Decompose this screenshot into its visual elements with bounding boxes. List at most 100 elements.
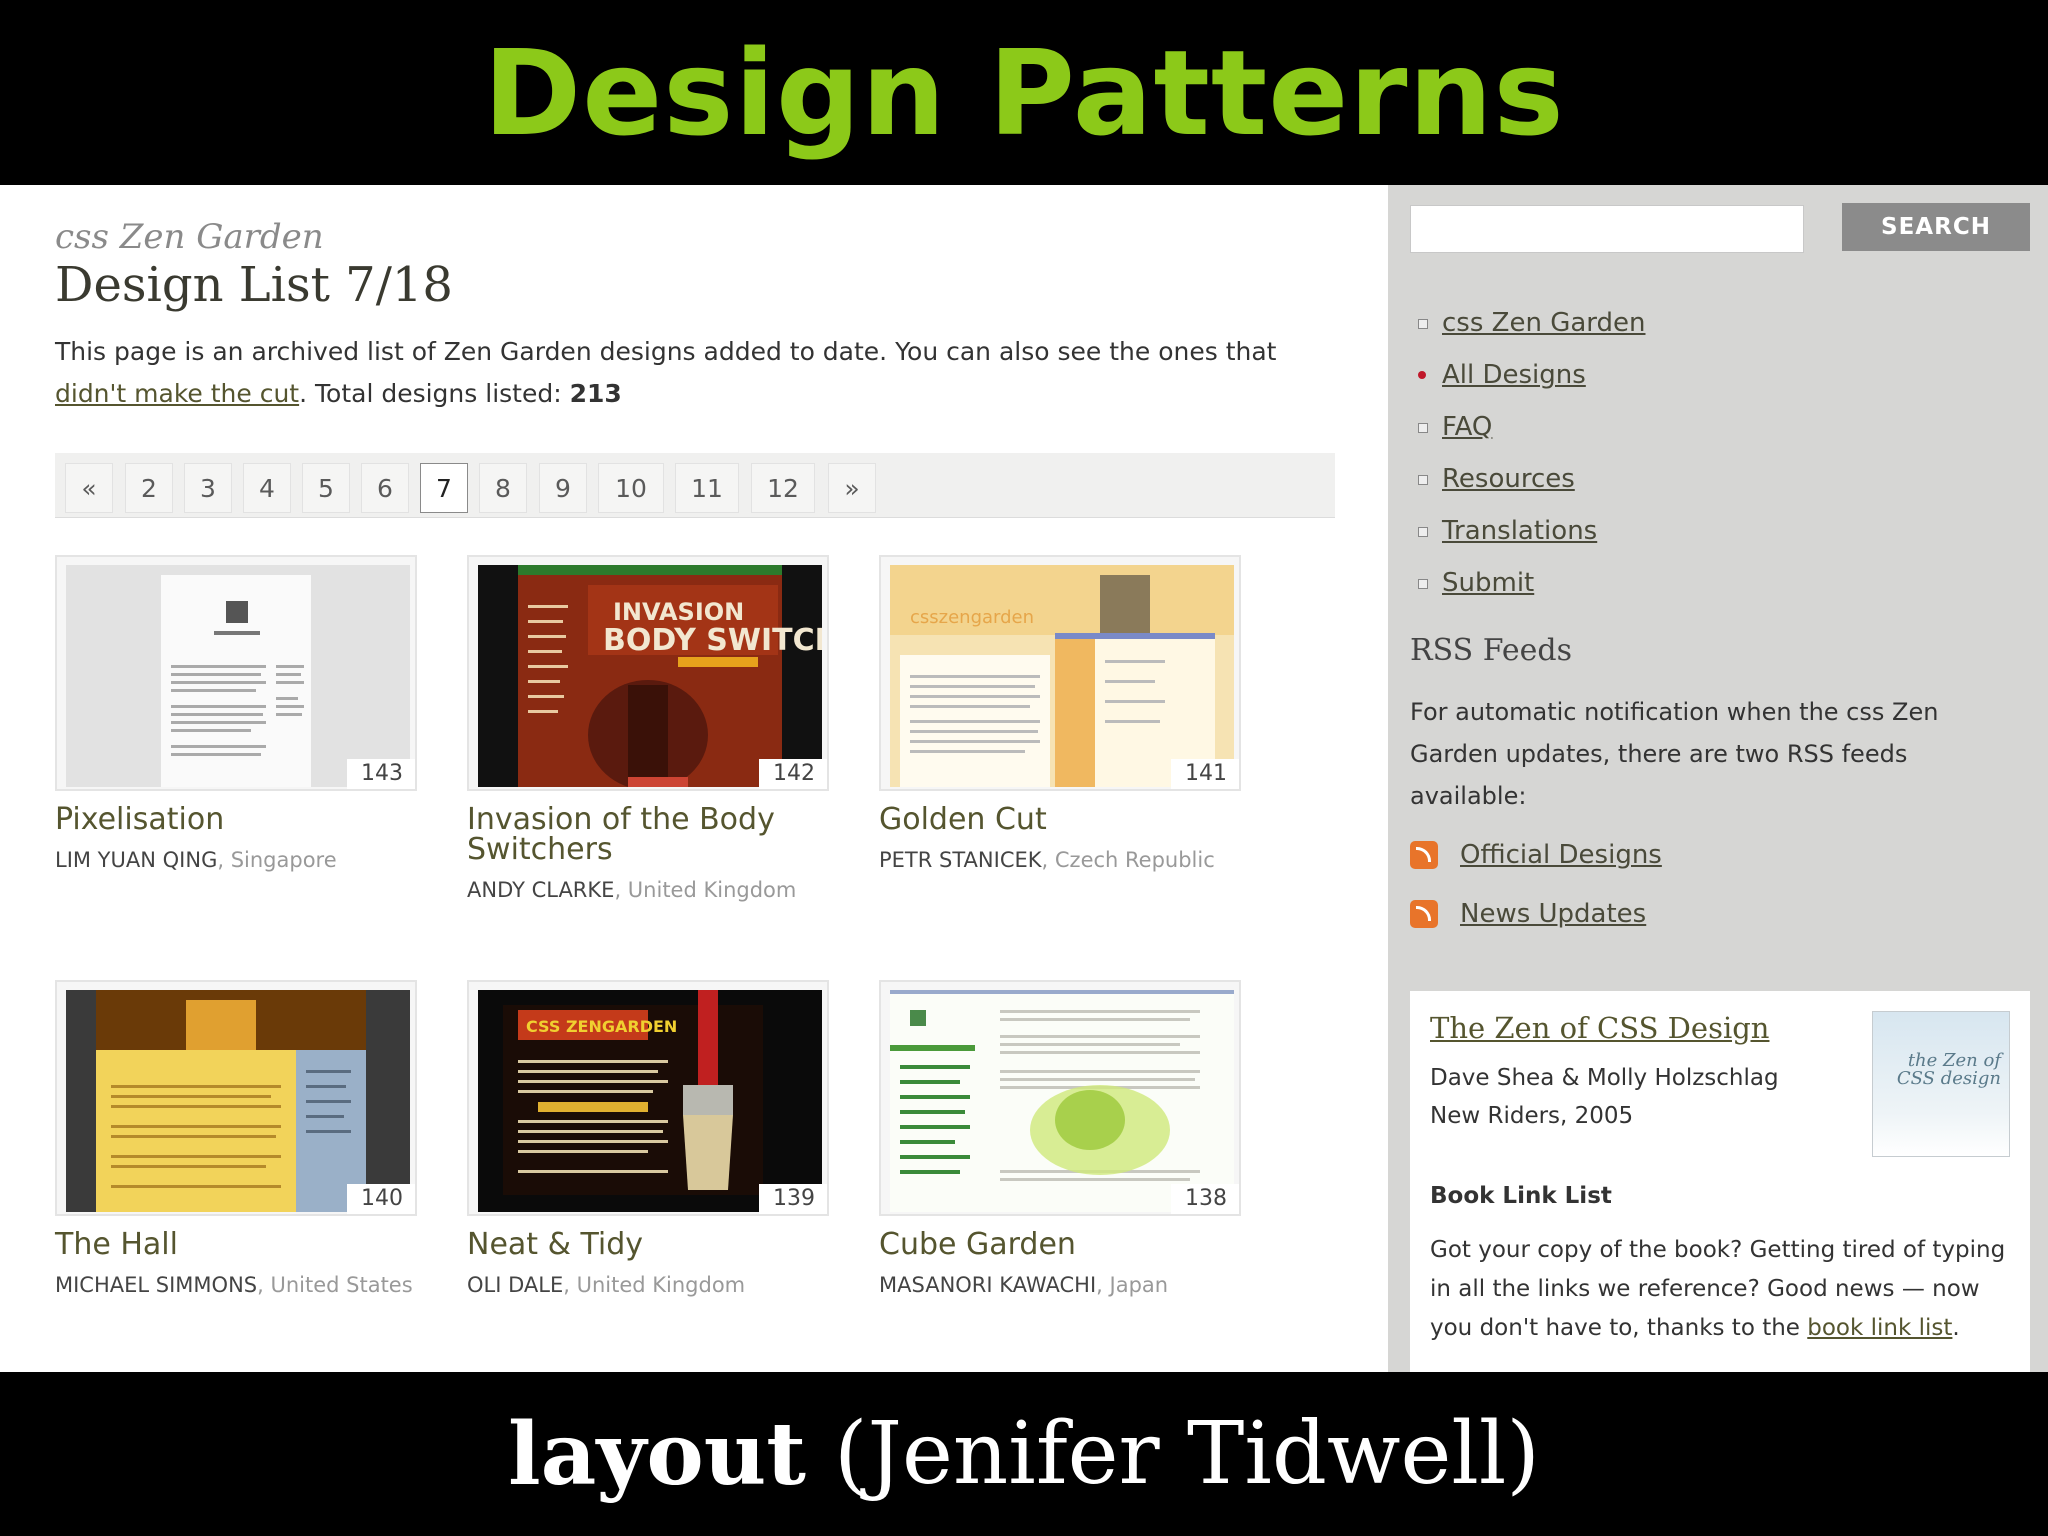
design-author: OLI DALE, United Kingdom xyxy=(467,1270,847,1300)
golden-cut-preview: csszengarden xyxy=(890,565,1234,787)
svg-text:INVASION: INVASION xyxy=(613,598,744,626)
author-name: LIM YUAN QING xyxy=(55,848,218,872)
design-thumbnail[interactable]: CSS ZENGARDEN 139 xyxy=(467,980,829,1216)
bullet-icon xyxy=(1418,527,1428,537)
author-name: ANDY CLARKE xyxy=(467,878,615,902)
pager-current-page[interactable]: 7 xyxy=(420,463,468,513)
nav-link[interactable]: Translations xyxy=(1442,505,1597,557)
book-title-link[interactable]: The Zen of CSS Design xyxy=(1430,1011,1769,1045)
pager-page[interactable]: 12 xyxy=(751,463,815,513)
svg-text:BODY SWITCH: BODY SWITCH xyxy=(603,623,822,658)
bullet-icon xyxy=(1418,423,1428,433)
author-location: , United Kingdom xyxy=(614,878,797,902)
bullet-icon xyxy=(1418,579,1428,589)
nav-link[interactable]: All Designs xyxy=(1442,349,1586,401)
svg-text:csszengarden: csszengarden xyxy=(910,607,1034,628)
pager-page[interactable]: 6 xyxy=(361,463,409,513)
rss-link-label[interactable]: News Updates xyxy=(1460,894,1646,934)
design-thumbnail[interactable]: 138 xyxy=(879,980,1241,1216)
design-name-link[interactable]: Neat & Tidy xyxy=(467,1230,847,1260)
svg-text:CSS ZENGARDEN: CSS ZENGARDEN xyxy=(526,1017,677,1036)
design-name-link[interactable]: Pixelisation xyxy=(55,805,435,835)
rss-icon xyxy=(1410,900,1438,928)
design-number: 143 xyxy=(347,759,415,789)
slide-footer: layout (Jenifer Tidwell) xyxy=(0,1372,2048,1536)
intro-text-start: This page is an archived list of Zen Gar… xyxy=(55,337,1277,366)
footer-keyword: layout xyxy=(508,1403,806,1505)
design-number: 142 xyxy=(759,759,827,789)
nav-link[interactable]: Resources xyxy=(1442,453,1575,505)
pager-next[interactable]: » xyxy=(828,463,876,513)
book-authors: Dave Shea & Molly Holzschlag xyxy=(1430,1065,1779,1091)
pager-page[interactable]: 2 xyxy=(125,463,173,513)
rss-link-label[interactable]: Official Designs xyxy=(1460,835,1662,875)
design-thumbnail[interactable]: csszengarden 141 xyxy=(879,555,1241,791)
author-location: , Singapore xyxy=(217,848,337,872)
design-name-link[interactable]: The Hall xyxy=(55,1230,435,1260)
didnt-make-cut-link[interactable]: didn't make the cut xyxy=(55,379,299,408)
design-number: 138 xyxy=(1171,1184,1239,1214)
pager-page[interactable]: 5 xyxy=(302,463,350,513)
neat-tidy-preview: CSS ZENGARDEN xyxy=(478,990,822,1212)
book-publisher: New Riders, 2005 xyxy=(1430,1103,1634,1129)
design-number: 140 xyxy=(347,1184,415,1214)
pager-page[interactable]: 4 xyxy=(243,463,291,513)
main-content: css Zen Garden Design List 7/18 This pag… xyxy=(0,185,1388,1372)
book-link-list-link[interactable]: book link list xyxy=(1807,1315,1952,1341)
pager-page[interactable]: 9 xyxy=(539,463,587,513)
rss-description: For automatic notification when the css … xyxy=(1410,698,1939,810)
design-number: 139 xyxy=(759,1184,827,1214)
nav-link[interactable]: FAQ xyxy=(1442,401,1492,453)
the-hall-preview xyxy=(66,990,410,1212)
pager-page[interactable]: 10 xyxy=(598,463,664,513)
design-author: LIM YUAN QING, Singapore xyxy=(55,845,435,875)
pager-prev[interactable]: « xyxy=(65,463,113,513)
pager-page[interactable]: 11 xyxy=(675,463,739,513)
search-button[interactable]: SEARCH xyxy=(1842,203,2030,251)
book-link-list-heading: Book Link List xyxy=(1430,1183,1612,1209)
cube-garden-preview xyxy=(890,990,1234,1212)
book-cover-image[interactable]: the Zen of CSS design xyxy=(1872,1011,2010,1157)
pager-page[interactable]: 8 xyxy=(479,463,527,513)
design-thumbnail[interactable]: 140 xyxy=(55,980,417,1216)
intro-text-mid: . Total designs listed: xyxy=(299,379,570,408)
pagination: « 2 3 4 5 6 7 8 9 10 11 12 » xyxy=(55,453,1335,518)
author-name: OLI DALE xyxy=(467,1273,564,1297)
bullet-icon xyxy=(1418,319,1428,329)
total-count: 213 xyxy=(569,379,622,408)
design-author: PETR STANICEK, Czech Republic xyxy=(879,845,1259,875)
design-author: ANDY CLARKE, United Kingdom xyxy=(467,875,847,905)
author-location: , Japan xyxy=(1096,1273,1169,1297)
slide-title: Design Patterns xyxy=(483,23,1565,162)
page-title: Design List 7/18 xyxy=(55,257,453,313)
design-author: MICHAEL SIMMONS, United States xyxy=(55,1270,435,1300)
author-name: PETR STANICEK xyxy=(879,848,1042,872)
author-name: MICHAEL SIMMONS xyxy=(55,1273,258,1297)
nav-link[interactable]: Submit xyxy=(1442,557,1534,609)
rss-icon xyxy=(1410,841,1438,869)
current-bullet-icon xyxy=(1418,371,1426,379)
rss-heading: RSS Feeds xyxy=(1410,633,1572,668)
design-thumbnail[interactable]: 143 xyxy=(55,555,417,791)
screenshot: css Zen Garden Design List 7/18 This pag… xyxy=(0,185,2048,1372)
pager-page[interactable]: 3 xyxy=(184,463,232,513)
design-name-link[interactable]: Invasion of the Body Switchers xyxy=(467,805,847,865)
author-name: MASANORI KAWACHI xyxy=(879,1273,1097,1297)
design-name-link[interactable]: Golden Cut xyxy=(879,805,1259,835)
design-thumbnail[interactable]: INVASION BODY SWITCH 142 xyxy=(467,555,829,791)
author-location: , United States xyxy=(257,1273,413,1297)
bullet-icon xyxy=(1418,475,1428,485)
book-description: Got your copy of the book? Getting tired… xyxy=(1430,1231,2010,1348)
book-text-end: . xyxy=(1952,1315,1960,1341)
sidebar: SEARCH css Zen Garden All Designs FAQ Re… xyxy=(1388,185,2048,1372)
search-input[interactable] xyxy=(1410,205,1804,253)
design-name-link[interactable]: Cube Garden xyxy=(879,1230,1259,1260)
design-author: MASANORI KAWACHI, Japan xyxy=(879,1270,1259,1300)
book-promo: The Zen of CSS Design Dave Shea & Molly … xyxy=(1410,991,2030,1372)
footer-attribution: (Jenifer Tidwell) xyxy=(834,1404,1540,1504)
invasion-preview: INVASION BODY SWITCH xyxy=(478,565,822,787)
book-cover-text: the Zen of CSS design xyxy=(1896,1050,2001,1089)
design-number: 141 xyxy=(1171,759,1239,789)
nav-link[interactable]: css Zen Garden xyxy=(1442,297,1646,349)
author-location: , United Kingdom xyxy=(563,1273,746,1297)
